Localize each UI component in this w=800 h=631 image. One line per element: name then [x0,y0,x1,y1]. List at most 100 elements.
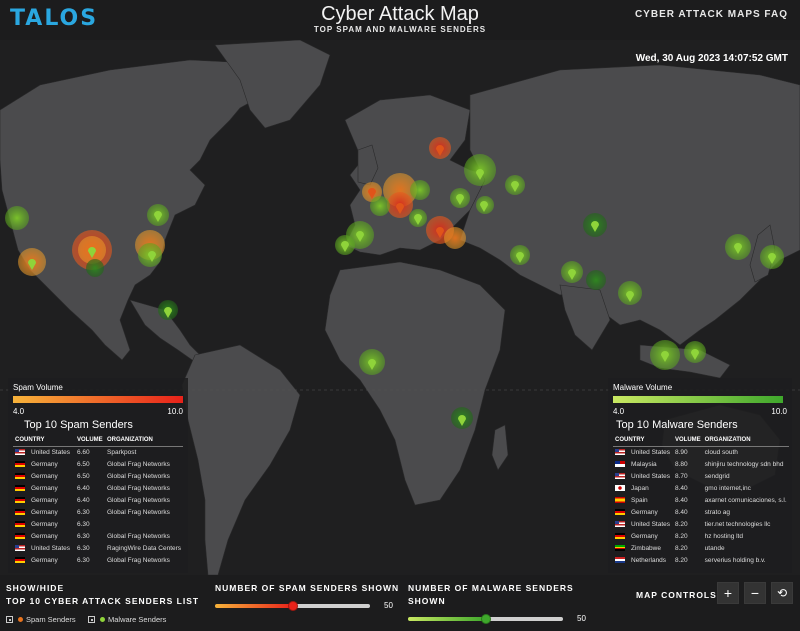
flag-de-icon [615,532,625,539]
spam-toggle-label: Spam Senders [26,615,76,624]
table-row: Germany 8.40 strato ag [613,506,789,518]
country-name: United States [31,448,71,456]
malware-senders-slider[interactable] [408,614,563,624]
country-name: Japan [631,484,649,492]
zoom-out-button[interactable]: − [744,582,766,604]
land-madagascar [491,424,509,471]
country-cell: Germany [13,470,75,482]
volume-cell: 6.30 [77,508,90,516]
country-cell: Zimbabwe [613,542,673,554]
country-name: Germany [31,556,58,564]
spam-volume-scale [13,396,183,403]
checkbox[interactable] [6,616,13,623]
organization-cell [105,518,183,530]
organization-cell: RagingWire Data Centers [107,544,182,552]
volume-cell: 6.30 [77,532,90,540]
checkbox[interactable] [88,616,95,623]
flag-es-icon [615,496,625,503]
organization-cell: serverius holding b.v. [704,556,766,564]
country-cell: United States [13,542,75,554]
volume-cell: 6.30 [77,544,90,552]
volume-cell: 8.40 [675,484,688,492]
malware-toggle-label: Malware Senders [108,615,167,624]
slider-handle[interactable] [287,601,298,611]
flag-de-icon [15,484,25,491]
flag-de-icon [15,532,25,539]
volume-cell: 6.30 [77,520,90,528]
organization-cell: gmo internet,inc [704,484,751,492]
organization-cell: strato ag [704,508,730,516]
organization-cell: Global Frag Networks [107,472,170,480]
slider-handle[interactable] [480,614,491,624]
spam-slider-label: NUMBER OF SPAM SENDERS SHOWN [215,583,400,593]
organization-cell: shinjiru technology sdn bhd [704,460,784,468]
organization-cell: Global Frag Networks [107,556,170,564]
malware-marker[interactable] [86,259,104,277]
spam-dot-icon [18,617,23,622]
country-cell: Germany [13,494,75,506]
spam-marker[interactable] [444,227,466,249]
volume-cell: 8.90 [675,448,688,456]
zoom-in-button[interactable]: + [717,582,739,604]
flag-us-icon [615,449,625,456]
flag-us-icon [15,449,25,456]
country-name: Germany [31,472,58,480]
table-row: Germany 6.30 [13,518,183,530]
flag-de-icon [15,460,25,467]
malware-slider-label: NUMBER OF MALWARE SENDERS [408,583,574,593]
table-row: Germany 8.20 hz hosting ltd [613,530,789,542]
spam-senders-toggle[interactable]: Spam Senders [6,615,76,624]
organization-cell: Sparkpost [107,448,137,456]
organization-cell: cloud south [704,448,738,456]
table-row: United States 8.70 sendgrid [613,470,789,482]
column-header: COUNTRY [13,436,75,447]
malware-legend-max: 10.0 [771,407,787,416]
malware-marker[interactable] [370,196,390,216]
country-cell: Germany [13,482,75,494]
country-cell: Germany [13,506,75,518]
malware-slider-label-2: SHOWN [408,596,446,606]
reset-view-button[interactable]: ⟲ [771,582,793,604]
country-name: Germany [31,496,58,504]
malware-marker[interactable] [586,270,606,290]
country-cell: Germany [613,506,673,518]
country-name: Netherlands [631,556,667,564]
volume-cell: 8.20 [675,532,688,540]
land-north-america [0,59,263,361]
organization-cell: axarnet comunicaciones, s.l. [704,496,787,504]
country-cell: United States [613,446,673,458]
organization-cell: Global Frag Networks [107,484,170,492]
flag-de-icon [15,556,25,563]
header: TALOS Cyber Attack Map TOP SPAM AND MALW… [0,0,800,40]
volume-cell: 8.40 [675,496,688,504]
table-row: Germany 6.50 Global Frag Networks [13,470,183,482]
table-row: Malaysia 8.80 shinjiru technology sdn bhd [613,458,789,470]
malware-list-title: Top 10 Malware Senders [616,419,738,431]
table-row: United States 6.60 Sparkpost [13,446,183,458]
table-row: United States 8.90 cloud south [613,446,789,458]
malware-slider-value: 50 [577,614,586,623]
country-name: Germany [31,508,58,516]
malware-marker[interactable] [5,206,29,230]
faq-link[interactable]: CYBER ATTACK MAPS FAQ [635,9,788,20]
volume-cell: 8.20 [675,520,688,528]
country-cell: Germany [13,530,75,542]
malware-marker[interactable] [410,180,430,200]
country-name: United States [631,448,671,456]
country-name: Germany [31,460,58,468]
flag-de-icon [15,472,25,479]
volume-cell: 8.40 [675,508,688,516]
malware-senders-toggle[interactable]: Malware Senders [88,615,166,624]
organization-cell: Global Frag Networks [107,460,170,468]
flag-my-icon [615,460,625,467]
column-header: ORGANIZATION [702,436,789,447]
country-name: United States [631,472,671,480]
malware-legend-min: 4.0 [613,407,625,416]
show-hide-label: SHOW/HIDE [6,583,65,593]
spam-senders-slider[interactable] [215,601,370,611]
country-cell: United States [613,470,673,482]
flag-jp-icon [615,484,625,491]
column-header: VOLUME [673,436,703,447]
table-row: Germany 6.50 Global Frag Networks [13,458,183,470]
flag-de-icon [15,520,25,527]
